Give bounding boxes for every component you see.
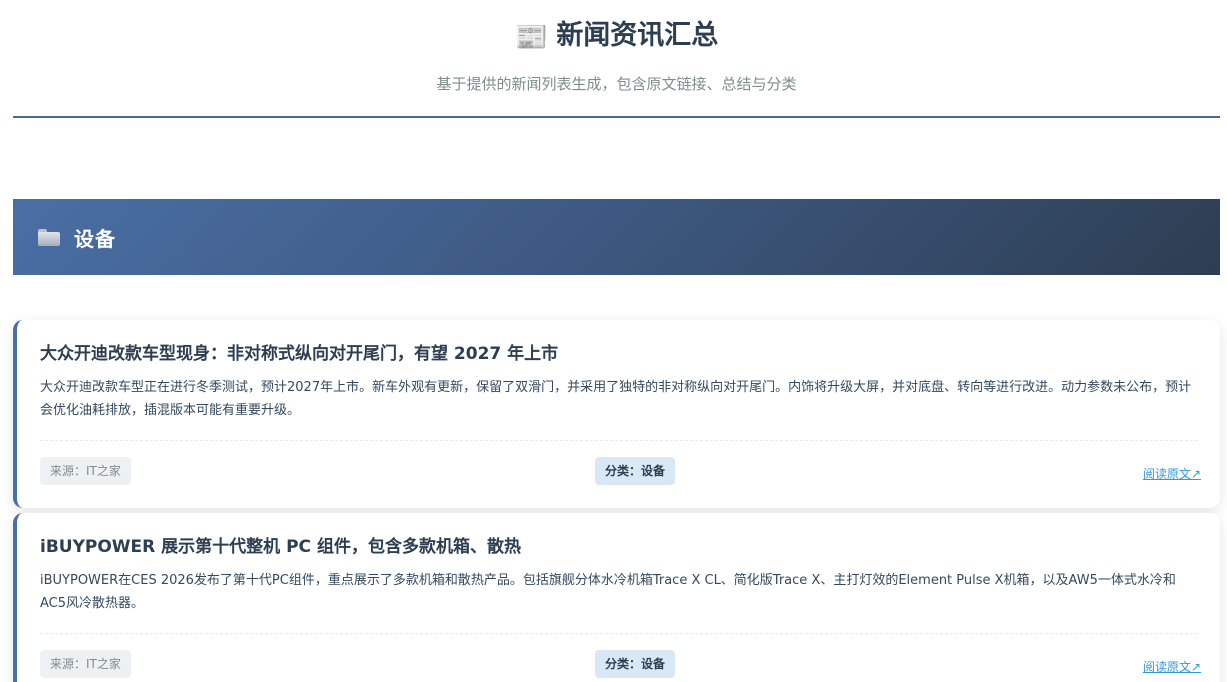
news-card-title: iBUYPOWER 展示第十代整机 PC 组件，包含多款机箱、散热 (40, 537, 521, 557)
category-badge: 分类：设备 (595, 457, 676, 485)
news-card: 大众开迪改款车型现身：非对称式纵向对开尾门，有望 2027 年上市 大众开迪改款… (13, 320, 1220, 508)
page-subtitle: 基于提供的新闻列表生成，包含原文链接、总结与分类 (436, 75, 797, 93)
category-badge: 分类：设备 (595, 650, 676, 678)
page-title-text: 新闻资讯汇总 (556, 20, 719, 51)
newspaper-icon: 📰 (514, 22, 549, 53)
news-card-summary: 大众开迪改款车型正在进行冬季测试，预计2027年上市。新车外观有更新，保留了双滑… (40, 380, 1192, 418)
category-section-header: 设备 (13, 199, 1220, 275)
read-original-link[interactable]: 阅读原文↗ (1143, 658, 1201, 675)
news-card: iBUYPOWER 展示第十代整机 PC 组件，包含多款机箱、散热 iBUYPO… (13, 513, 1220, 682)
news-card-summary: iBUYPOWER在CES 2026发布了第十代PC组件，重点展示了多款机箱和散… (40, 573, 1176, 611)
page-title: 📰 新闻资讯汇总 (13, 17, 1220, 57)
card-divider (40, 633, 1198, 634)
folder-icon (38, 228, 60, 246)
page: 📰 新闻资讯汇总 基于提供的新闻列表生成，包含原文链接、总结与分类 设备 大众开迪… (0, 0, 1227, 682)
read-original-link[interactable]: 阅读原文↗ (1143, 465, 1201, 482)
card-divider (40, 440, 1198, 441)
source-badge: 来源：IT之家 (40, 650, 131, 678)
source-badge: 来源：IT之家 (40, 457, 131, 485)
news-card-title: 大众开迪改款车型现身：非对称式纵向对开尾门，有望 2027 年上市 (40, 344, 559, 364)
page-header: 📰 新闻资讯汇总 基于提供的新闻列表生成，包含原文链接、总结与分类 (13, 0, 1220, 118)
category-section-title: 设备 (74, 226, 116, 251)
